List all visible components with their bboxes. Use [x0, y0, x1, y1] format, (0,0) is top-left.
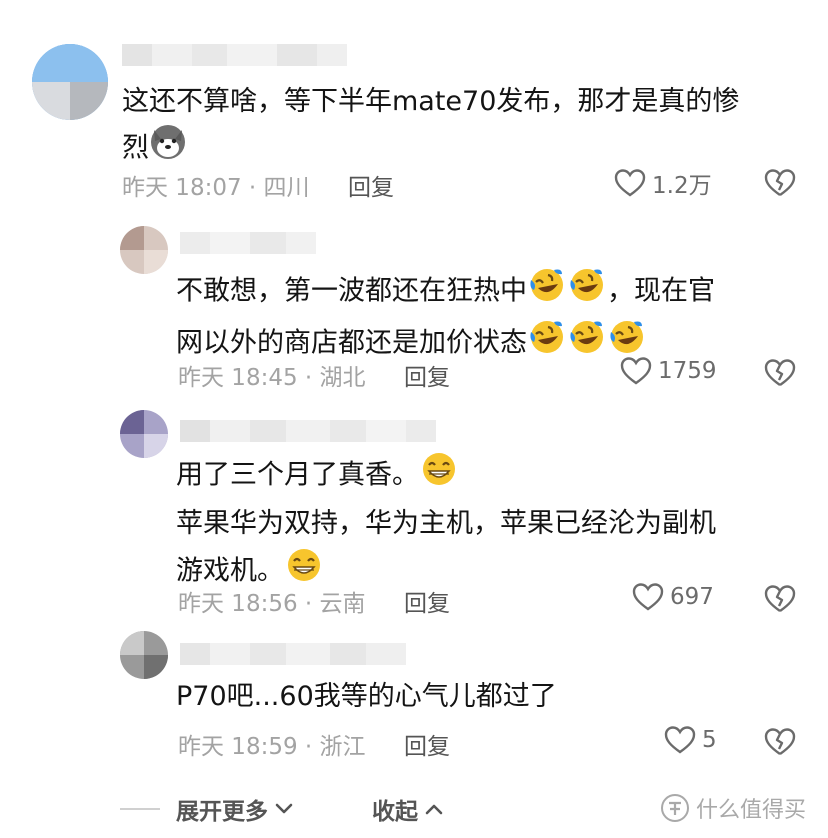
rolling-on-floor-laughing-emoji [528, 266, 566, 318]
avatar[interactable] [32, 44, 108, 120]
like-count: 1759 [658, 358, 717, 384]
comment-meta: 昨天 18:59 · 浙江 [178, 727, 366, 761]
heart-icon [614, 169, 646, 197]
timestamp-location: 昨天 18:59 · 浙江 [178, 734, 366, 760]
reply-button[interactable]: 回复 [404, 727, 450, 761]
comment-footer: 展开更多 收起 什么值得买 [0, 790, 828, 830]
username-blurred[interactable] [180, 643, 406, 665]
divider-line [120, 808, 160, 810]
avatar[interactable] [120, 226, 168, 274]
comment-meta: 昨天 18:56 · 云南 [178, 584, 366, 618]
dislike-button[interactable] [764, 358, 796, 392]
like-button[interactable]: 1.2万 [614, 166, 712, 200]
grinning-face-emoji [420, 450, 458, 502]
reply-button[interactable]: 回复 [404, 358, 450, 392]
like-count: 5 [702, 727, 717, 753]
reply-button[interactable]: 回复 [404, 584, 450, 618]
heart-icon [664, 726, 696, 754]
broken-heart-icon [764, 359, 796, 386]
rolling-on-floor-laughing-emoji [568, 266, 606, 318]
comment-4: P70吧...60我等的心气儿都过了 昨天 18:59 · 浙江 回复 5 [0, 625, 828, 775]
like-count: 697 [670, 584, 714, 610]
like-button[interactable]: 1759 [620, 356, 717, 386]
timestamp-location: 昨天 18:07 · 四川 [122, 175, 310, 201]
reply-button[interactable]: 回复 [348, 168, 394, 202]
dislike-button[interactable] [764, 168, 796, 202]
like-button[interactable]: 697 [632, 582, 714, 612]
timestamp-location: 昨天 18:56 · 云南 [178, 591, 366, 617]
comment-text: 用了三个月了真香。 苹果华为双持，华为主机，苹果已经沦为副机 游戏机。 [176, 450, 796, 598]
collapse-label: 收起 [372, 799, 418, 825]
like-count: 1.2万 [652, 173, 712, 199]
like-button[interactable]: 5 [664, 725, 717, 755]
broken-heart-icon [764, 585, 796, 612]
watermark: 什么值得买 [660, 792, 806, 824]
expand-more-button[interactable]: 展开更多 [176, 792, 294, 826]
heart-icon [620, 357, 652, 385]
expand-more-label: 展开更多 [176, 799, 268, 825]
broken-heart-icon [764, 169, 796, 196]
username-blurred[interactable] [180, 232, 316, 254]
smzdm-logo-icon [661, 794, 689, 822]
timestamp-location: 昨天 18:45 · 湖北 [178, 365, 366, 391]
watermark-text: 什么值得买 [696, 798, 807, 823]
comment-text: 这还不算啥，等下半年mate70发布，那才是真的惨 烈 [122, 80, 812, 174]
chevron-up-icon [425, 804, 443, 815]
comment-meta: 昨天 18:45 · 湖北 [178, 358, 366, 392]
comment-meta: 昨天 18:07 · 四川 [122, 168, 310, 202]
husky-dog-emoji [150, 124, 186, 174]
comment-1: 这还不算啥，等下半年mate70发布，那才是真的惨 烈 昨天 18:07 · 四… [0, 0, 828, 210]
broken-heart-icon [764, 728, 796, 755]
username-blurred[interactable] [122, 44, 347, 66]
rolling-on-floor-laughing-emoji [528, 318, 566, 370]
dislike-button[interactable] [764, 584, 796, 618]
avatar[interactable] [120, 410, 168, 458]
comment-3: 用了三个月了真香。 苹果华为双持，华为主机，苹果已经沦为副机 游戏机。 昨天 1… [0, 400, 828, 625]
comment-text: 不敢想，第一波都还在狂热中 ，现在官 网以外的商店都还是加价状态 [176, 266, 796, 370]
chevron-down-icon [275, 803, 293, 814]
heart-icon [632, 583, 664, 611]
comment-2: 不敢想，第一波都还在狂热中 ，现在官 网以外的商店都还是加价状态 昨天 18:45… [0, 210, 828, 400]
avatar[interactable] [120, 631, 168, 679]
comment-text: P70吧...60我等的心气儿都过了 [176, 681, 557, 712]
username-blurred[interactable] [180, 420, 436, 442]
rolling-on-floor-laughing-emoji [568, 318, 606, 370]
collapse-button[interactable]: 收起 [372, 792, 444, 826]
dislike-button[interactable] [764, 727, 796, 761]
